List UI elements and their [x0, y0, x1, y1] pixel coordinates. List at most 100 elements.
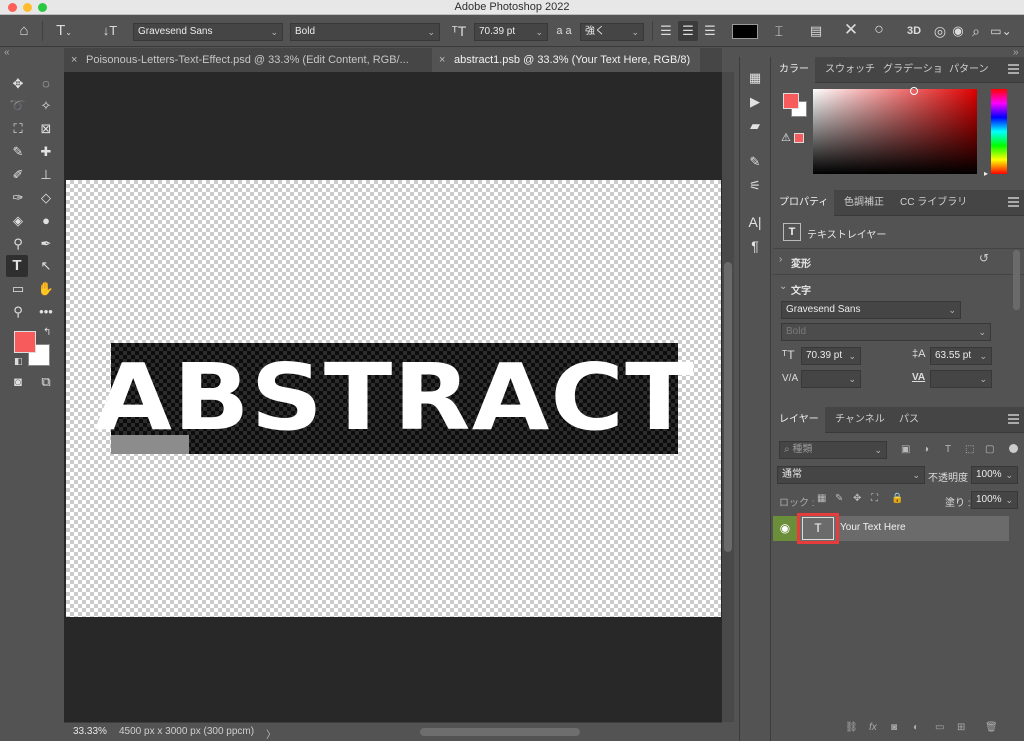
paragraph-panel-icon[interactable]: ¶ — [744, 235, 766, 257]
antialias-select[interactable]: 強く ⌄ — [580, 23, 644, 41]
vertical-scrollbar[interactable] — [722, 72, 734, 722]
magic-wand-tool-icon[interactable]: ✧ — [35, 95, 57, 117]
more-tools-icon[interactable]: ••• — [35, 301, 57, 323]
layer-mask-icon[interactable]: ◙ — [891, 722, 897, 733]
character-panel-icon[interactable]: A| — [744, 211, 766, 233]
type-tool-icon[interactable]: T — [6, 255, 28, 277]
filter-type-icon[interactable]: T — [945, 444, 951, 455]
close-tab-icon[interactable]: × — [439, 48, 445, 72]
tab-patterns[interactable]: パターン — [943, 57, 995, 83]
dodge-tool-icon[interactable]: ⚲ — [7, 233, 29, 255]
tab-gradients[interactable]: グラデーショ — [877, 57, 949, 83]
foreground-color-swatch[interactable] — [14, 331, 36, 353]
brush-settings-icon[interactable]: ✎ — [744, 151, 766, 173]
actions-panel-icon[interactable]: ▶ — [744, 91, 766, 113]
properties-scrollbar[interactable] — [1013, 250, 1020, 310]
character-section-label[interactable]: 文字 — [791, 282, 811, 297]
clone-stamp-tool-icon[interactable]: ⊥ — [35, 164, 57, 186]
move-tool-icon[interactable]: ✥ — [7, 73, 29, 95]
font-size-select[interactable]: 70.39 pt ⌄ — [474, 23, 548, 41]
adjustments-sliders-icon[interactable]: ⚟ — [744, 175, 766, 197]
document-tab-active[interactable]: × abstract1.psb @ 33.3% (Your Text Here,… — [432, 48, 700, 72]
swap-colors-icon[interactable]: ↰ — [43, 327, 51, 338]
align-center-icon[interactable]: ☰ — [678, 21, 698, 41]
rectangle-tool-icon[interactable]: ▭ — [7, 278, 29, 300]
status-menu-arrow[interactable]: 〉 — [266, 726, 276, 741]
lock-position-icon[interactable]: ✥ — [853, 493, 861, 504]
eyedropper-tool-icon[interactable]: ✎ — [7, 141, 29, 163]
filter-adjustment-icon[interactable]: ◑ — [923, 444, 929, 455]
prop-kerning-field[interactable]: ⌄ — [801, 370, 861, 388]
color-picker-cursor[interactable] — [910, 87, 918, 95]
panel-menu-icon[interactable] — [1008, 414, 1019, 424]
document-info[interactable]: 4500 px x 3000 px (300 ppcm) — [119, 726, 254, 737]
layer-name[interactable]: Your Text Here — [840, 522, 906, 533]
cancel-icon[interactable]: ✕ — [840, 20, 862, 40]
eraser-tool-icon[interactable]: ◇ — [35, 187, 57, 209]
default-colors-icon[interactable]: ◧ — [14, 356, 23, 367]
new-layer-icon[interactable]: ⊞ — [957, 722, 965, 733]
blur-tool-icon[interactable]: ● — [35, 210, 57, 232]
quick-mask-icon[interactable]: ◙ — [7, 371, 29, 393]
transform-section-label[interactable]: 変形 — [791, 255, 811, 270]
gamut-color-swatch[interactable] — [794, 133, 804, 143]
tab-paths[interactable]: パス — [893, 407, 925, 433]
commit-icon[interactable]: ○ — [868, 20, 890, 40]
share-icon[interactable]: ◎ — [930, 21, 950, 41]
align-right-icon[interactable]: ☰ — [700, 21, 720, 41]
comments-panel-icon[interactable]: ▰ — [744, 115, 766, 137]
history-brush-tool-icon[interactable]: ✑ — [7, 187, 29, 209]
path-selection-tool-icon[interactable]: ↖ — [35, 255, 57, 277]
character-panel-icon[interactable]: ▤ — [805, 21, 827, 41]
fill-field[interactable]: 100% ⌄ — [971, 491, 1018, 509]
warp-text-icon[interactable]: ⌶ — [768, 21, 790, 41]
history-panel-icon[interactable]: ▦ — [744, 67, 766, 89]
panel-menu-icon[interactable] — [1008, 64, 1019, 74]
layer-filter-select[interactable]: ⌕ 種類 ⌄ — [779, 441, 887, 459]
chevron-right-icon[interactable]: › — [779, 254, 782, 265]
filter-smart-object-icon[interactable]: ▢ — [985, 444, 994, 455]
close-tab-icon[interactable]: × — [71, 48, 77, 72]
horizontal-scrollbar-thumb[interactable] — [420, 728, 580, 736]
home-icon[interactable]: ⌂ — [14, 21, 34, 41]
layer-style-icon[interactable]: fx — [869, 722, 877, 733]
elliptical-marquee-tool-icon[interactable]: ◌ — [35, 73, 57, 95]
lasso-tool-icon[interactable]: ➰ — [7, 95, 29, 117]
filter-pixel-icon[interactable]: ▣ — [901, 444, 910, 455]
healing-brush-tool-icon[interactable]: ✚ — [35, 141, 57, 163]
zoom-tool-icon[interactable]: ⚲ — [7, 301, 29, 323]
type-tool-preset-icon[interactable]: T⌄ — [52, 21, 76, 43]
tab-swatches[interactable]: スウォッチ — [819, 57, 881, 83]
workspace-icon[interactable]: ▭⌄ — [988, 21, 1014, 41]
lock-image-icon[interactable]: ✎ — [835, 493, 843, 504]
scrollbar-thumb[interactable] — [724, 262, 732, 552]
3d-icon[interactable]: 3D — [903, 21, 925, 41]
screen-mode-icon[interactable]: ⧉ — [35, 371, 57, 393]
panel-menu-icon[interactable] — [1008, 197, 1019, 207]
paint-bucket-tool-icon[interactable]: ◈ — [7, 210, 29, 232]
filter-shape-icon[interactable]: ⬚ — [965, 444, 974, 455]
filter-toggle-icon[interactable] — [1009, 444, 1018, 453]
tab-color[interactable]: カラー — [773, 57, 815, 83]
tab-channels[interactable]: チャンネル — [829, 407, 891, 433]
link-layers-icon[interactable]: ⛓ — [845, 722, 858, 733]
frame-tool-icon[interactable]: ⊠ — [35, 118, 57, 140]
hue-slider[interactable] — [991, 89, 1007, 174]
prop-font-style-select[interactable]: Bold ⌄ — [781, 323, 991, 341]
tab-cc-libraries[interactable]: CC ライブラリ — [894, 190, 973, 216]
text-color-swatch[interactable] — [732, 24, 758, 39]
color-picker-field[interactable] — [813, 89, 977, 174]
hand-tool-icon[interactable]: ✋ — [35, 278, 57, 300]
prop-tracking-field[interactable]: ⌄ — [930, 370, 992, 388]
learn-icon[interactable]: ◉ — [948, 21, 968, 41]
adjustment-layer-icon[interactable]: ◐ — [913, 722, 919, 733]
lock-transparent-icon[interactable]: ▦ — [817, 493, 826, 504]
lock-all-icon[interactable]: 🔒 — [891, 493, 903, 504]
tab-adjustments[interactable]: 色調補正 — [838, 190, 890, 216]
crop-tool-icon[interactable]: ⛶ — [7, 118, 29, 140]
color-foreground-swatch[interactable] — [783, 93, 799, 109]
align-left-icon[interactable]: ☰ — [656, 21, 676, 41]
prop-font-family-select[interactable]: Gravesend Sans ⌄ — [781, 301, 961, 319]
blend-mode-select[interactable]: 通常 ⌄ — [777, 466, 925, 484]
opacity-field[interactable]: 100% ⌄ — [971, 466, 1018, 484]
